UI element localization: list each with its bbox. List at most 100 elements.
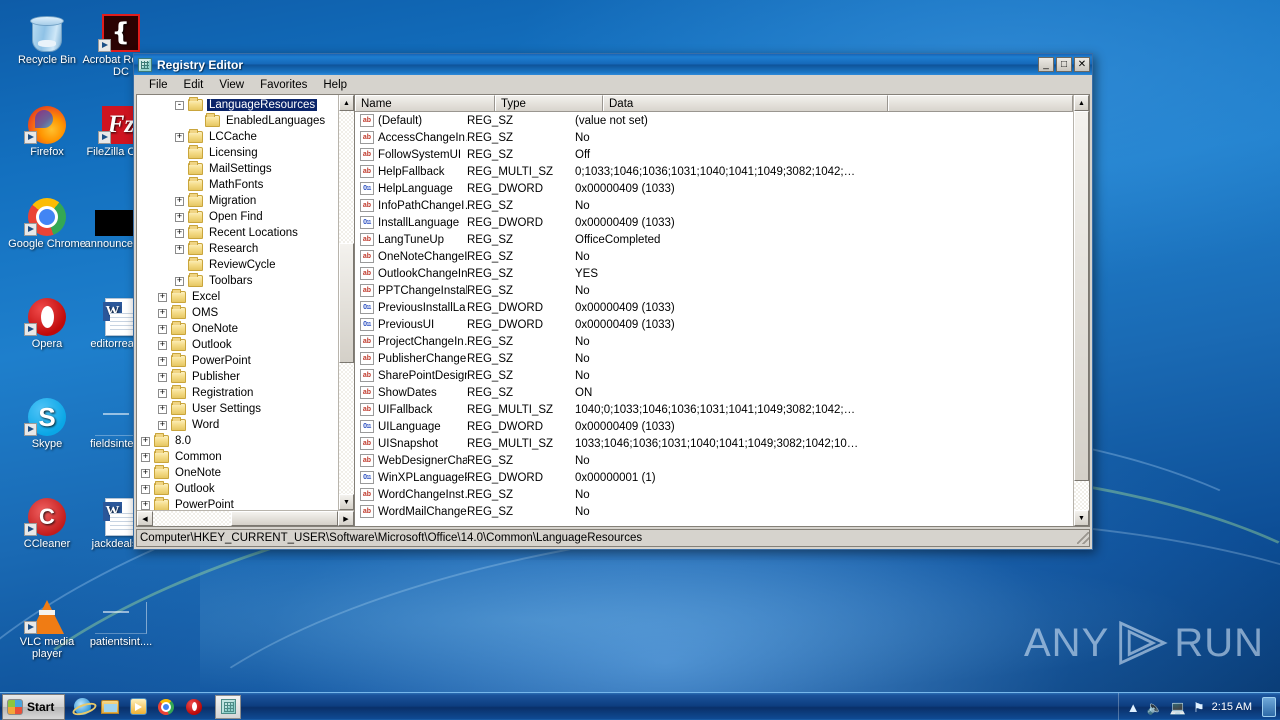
registry-value-row[interactable]: ab FollowSystemUI REG_SZ Off <box>355 146 1073 163</box>
quick-launch-opera[interactable] <box>183 696 205 718</box>
tree-expander-toggle[interactable]: + <box>175 132 184 142</box>
quick-launch-windows-explorer[interactable] <box>99 696 121 718</box>
tree-node-open-find[interactable]: + Open Find <box>137 209 338 225</box>
tree-node-licensing[interactable]: Licensing <box>137 145 338 161</box>
registry-value-row[interactable]: ab WordChangeInst… REG_SZ No <box>355 486 1073 503</box>
maximize-button[interactable]: □ <box>1056 57 1072 72</box>
registry-value-row[interactable]: ab UISnapshot REG_MULTI_SZ 1033;1046;1036;1… <box>355 435 1073 452</box>
tree-node-enabledlanguages[interactable]: EnabledLanguages <box>137 113 338 129</box>
tree-node-powerpoint[interactable]: + PowerPoint <box>137 353 338 369</box>
values-vertical-scrollbar[interactable]: ▲ ▼ <box>1073 95 1089 526</box>
quick-launch-internet-explorer[interactable] <box>71 696 93 718</box>
tree-node-publisher[interactable]: + Publisher <box>137 369 338 385</box>
column-header-type[interactable]: Type <box>495 95 603 111</box>
desktop[interactable]: Recycle Bin ❴ Acrobat Reader DC Firefox Fz Fi… <box>0 0 1280 720</box>
show-desktop-button[interactable] <box>1262 697 1276 717</box>
tree-vertical-scrollbar[interactable]: ▲ ▼ <box>338 95 354 510</box>
tree-node-common[interactable]: + Common <box>137 449 338 465</box>
values-scroll-down-button[interactable]: ▼ <box>1074 510 1089 526</box>
registry-value-row[interactable]: ab ProjectChangeIn… REG_SZ No <box>355 333 1073 350</box>
tree-node-powerpoint[interactable]: + PowerPoint <box>137 497 338 510</box>
tree-hscroll-track[interactable] <box>153 511 338 526</box>
registry-value-row[interactable]: 011 InstallLanguage REG_DWORD 0x00000409 (1… <box>355 214 1073 231</box>
tree-expander-toggle[interactable]: + <box>175 196 184 206</box>
tree-expander-toggle[interactable]: + <box>158 324 167 334</box>
values-scroll-thumb[interactable] <box>1074 111 1089 481</box>
volume-icon[interactable]: 🔈 <box>1147 701 1163 714</box>
menu-item-view[interactable]: View <box>211 78 252 92</box>
registry-value-row[interactable]: ab ShowDates REG_SZ ON <box>355 384 1073 401</box>
taskbar[interactable]: Start ▲ 🔈 💻 ⚑ 2:15 AM <box>0 692 1280 720</box>
tree-node-onenote[interactable]: + OneNote <box>137 465 338 481</box>
menu-bar[interactable]: File Edit View Favorites Help <box>134 75 1092 94</box>
tree-node-word[interactable]: + Word <box>137 417 338 433</box>
tree-node-research[interactable]: + Research <box>137 241 338 257</box>
desktop-icon-google-chrome[interactable]: Google Chrome <box>8 190 86 250</box>
tree-expander-toggle[interactable]: + <box>158 292 167 302</box>
start-button[interactable]: Start <box>2 693 66 720</box>
tree-node-lccache[interactable]: + LCCache <box>137 129 338 145</box>
registry-value-row[interactable]: ab WordMailChange…REG_SZ No <box>355 503 1073 520</box>
menu-item-favorites[interactable]: Favorites <box>252 78 315 92</box>
clock[interactable]: 2:15 AM <box>1212 701 1252 713</box>
tree-hscroll-thumb[interactable] <box>231 511 338 526</box>
tree-expander-toggle[interactable]: - <box>175 100 184 110</box>
window-titlebar[interactable]: Registry Editor _ □ ✕ <box>134 54 1092 75</box>
tree-expander-toggle[interactable]: + <box>158 372 167 382</box>
tree-expander-toggle[interactable]: + <box>158 388 167 398</box>
desktop-icon-vlc-media-player[interactable]: VLC media player <box>8 588 86 660</box>
registry-value-row[interactable]: 011 PreviousUI REG_DWORD 0x00000409 (1033) <box>355 316 1073 333</box>
registry-value-row[interactable]: ab UIFallback REG_MULTI_SZ 1040;0;1033;1046… <box>355 401 1073 418</box>
registry-key-tree-pane[interactable]: - LanguageResources EnabledLanguages + LCCac… <box>137 95 355 526</box>
registry-value-row[interactable]: 011 PreviousInstallLa…REG_DWORD 0x00000409… <box>355 299 1073 316</box>
values-column-header[interactable]: Name Type Data <box>355 95 1073 112</box>
menu-item-file[interactable]: File <box>141 78 176 92</box>
registry-value-row[interactable]: 011 HelpLanguage REG_DWORD 0x00000409 (1033… <box>355 180 1073 197</box>
registry-value-row[interactable]: ab AccessChangeIn… REG_SZ No <box>355 129 1073 146</box>
desktop-icon-patientsint[interactable]: patientsint.... <box>82 588 160 648</box>
menu-item-edit[interactable]: Edit <box>176 78 212 92</box>
desktop-icon-firefox[interactable]: Firefox <box>8 98 86 158</box>
tree-expander-toggle[interactable]: + <box>158 356 167 366</box>
tree-scroll-right-button[interactable]: ▶ <box>338 511 354 526</box>
desktop-icon-ccleaner[interactable]: C CCleaner <box>8 490 86 550</box>
tree-expander-toggle[interactable]: + <box>158 308 167 318</box>
tree-expander-toggle[interactable]: + <box>175 212 184 222</box>
quick-launch-google-chrome[interactable] <box>155 696 177 718</box>
column-header-data[interactable]: Data <box>603 95 888 111</box>
registry-value-row[interactable]: ab LangTuneUp REG_SZ OfficeCompleted <box>355 231 1073 248</box>
registry-editor-window[interactable]: Registry Editor _ □ ✕ File Edit View Favori… <box>133 53 1093 550</box>
desktop-icon-skype[interactable]: S Skype <box>8 390 86 450</box>
tree-expander-toggle[interactable]: + <box>175 228 184 238</box>
tree-expander-toggle[interactable]: + <box>175 244 184 254</box>
tree-node-registration[interactable]: + Registration <box>137 385 338 401</box>
tree-horizontal-scrollbar[interactable]: ◀ ▶ <box>137 510 354 526</box>
network-icon[interactable]: 💻 <box>1170 701 1186 714</box>
resize-grip[interactable] <box>1077 532 1089 544</box>
tree-node-user-settings[interactable]: + User Settings <box>137 401 338 417</box>
tree-expander-toggle[interactable]: + <box>141 436 150 446</box>
registry-value-row[interactable]: ab OutlookChangeIn…REG_SZ YES <box>355 265 1073 282</box>
tree-expander-toggle[interactable]: + <box>175 276 184 286</box>
system-tray[interactable]: ▲ 🔈 💻 ⚑ 2:15 AM <box>1117 693 1280 720</box>
registry-value-row[interactable]: ab PublisherChangeI…REG_SZ No <box>355 350 1073 367</box>
registry-values-list[interactable]: ab (Default) REG_SZ (value not set) ab Access… <box>355 112 1073 526</box>
registry-value-row[interactable]: ab WebDesignerCha…REG_SZ No <box>355 452 1073 469</box>
tree-node-reviewcycle[interactable]: ReviewCycle <box>137 257 338 273</box>
show-hidden-icons-icon[interactable]: ▲ <box>1127 701 1140 714</box>
tree-node-8-0[interactable]: +8.0 <box>137 433 338 449</box>
tree-scroll-track-bottom[interactable] <box>339 362 354 494</box>
desktop-icon-recycle-bin[interactable]: Recycle Bin <box>8 6 86 66</box>
tree-node-migration[interactable]: + Migration <box>137 193 338 209</box>
tree-expander-toggle[interactable]: + <box>141 468 150 478</box>
registry-value-row[interactable]: ab HelpFallback REG_MULTI_SZ 0;1033;1046;10… <box>355 163 1073 180</box>
registry-value-row[interactable]: ab SharePointDesign…REG_SZ No <box>355 367 1073 384</box>
registry-value-row[interactable]: ab InfoPathChangeI… REG_SZ No <box>355 197 1073 214</box>
desktop-icon-opera[interactable]: Opera <box>8 290 86 350</box>
action-center-flag-icon[interactable]: ⚑ <box>1193 701 1205 714</box>
tree-scroll-down-button[interactable]: ▼ <box>339 494 354 510</box>
tree-node-languageresources[interactable]: - LanguageResources <box>137 97 338 113</box>
tree-expander-toggle[interactable]: + <box>141 452 150 462</box>
tree-expander-toggle[interactable]: + <box>141 484 150 494</box>
registry-value-row[interactable]: 011 WinXPLanguageP…REG_DWORD 0x00000001 (1… <box>355 469 1073 486</box>
